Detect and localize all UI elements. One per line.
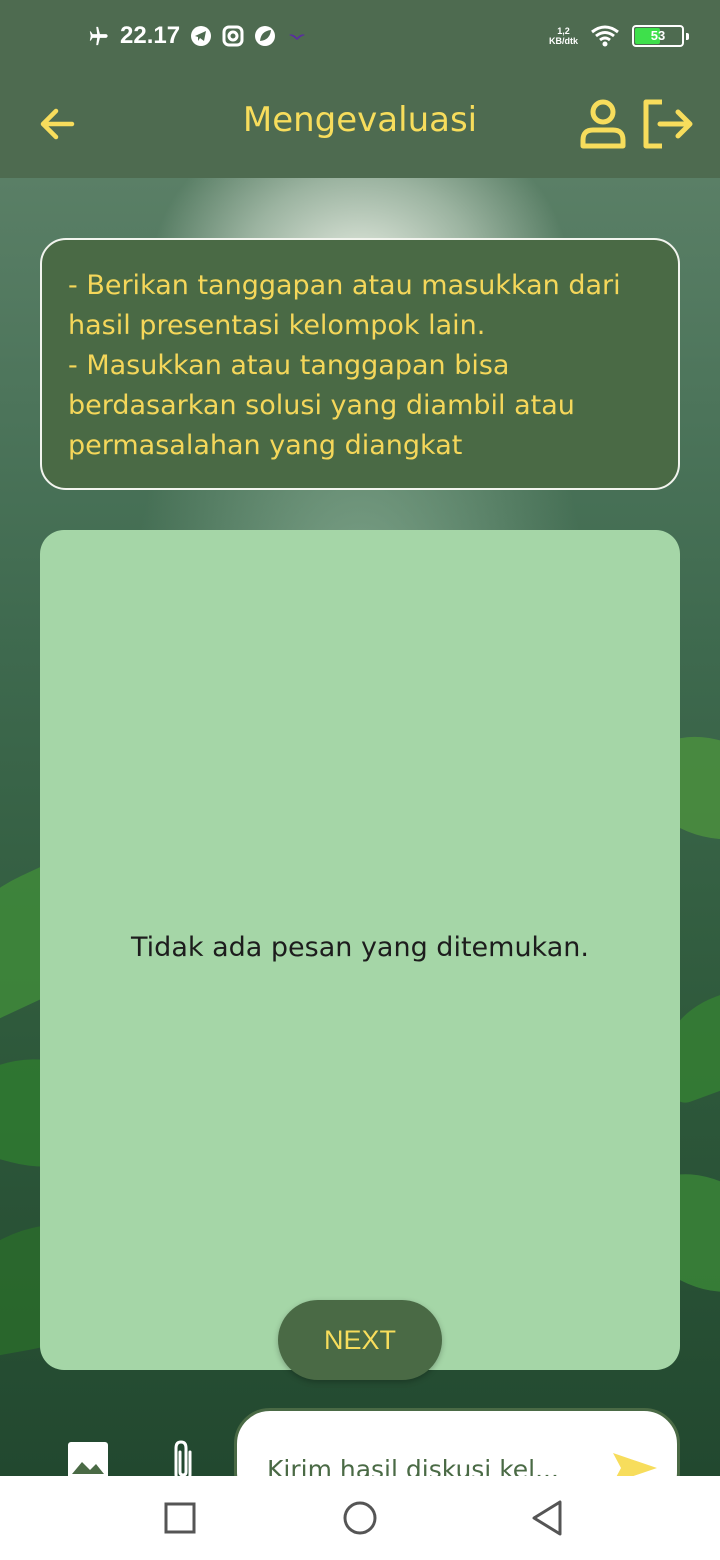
battery-level: 53 [650,28,666,43]
image-icon[interactable] [68,1442,108,1476]
speed-value: 1,2 [557,26,570,36]
message-input[interactable] [267,1449,597,1476]
network-speed: 1,2 KB/dtk [549,26,578,46]
message-composer [0,1408,720,1476]
attachment-icon[interactable] [168,1438,198,1476]
telegram-icon [191,26,212,46]
app-bar: Mengevaluasi [0,80,720,178]
status-time: 22.17 [120,22,181,49]
home-icon[interactable] [340,1498,380,1538]
leaf-app-icon [255,26,276,46]
instagram-icon [222,25,244,47]
airplane-icon [89,26,108,46]
recent-apps-icon[interactable] [160,1498,200,1538]
message-list[interactable]: Tidak ada pesan yang ditemukan. [40,530,680,1370]
status-right: 1,2 KB/dtk 53 [549,24,689,48]
instructions-panel: - Berikan tanggapan atau masukkan dari h… [40,238,680,490]
wifi-icon [591,25,619,47]
system-nav-bar [0,1476,720,1560]
send-icon[interactable] [611,1451,659,1476]
back-icon[interactable] [528,1498,568,1538]
status-left: 22.17 [88,22,308,50]
status-bar: 22.17 1,2 KB/dtk 53 [0,0,720,80]
logout-icon[interactable] [640,98,696,150]
empty-message-text: Tidak ada pesan yang ditemukan. [131,932,589,963]
speed-unit: KB/dtk [549,36,578,46]
profile-icon[interactable] [578,98,628,150]
instruction-line: - Masukkan atau tanggapan bisa berdasark… [68,350,575,461]
bat-icon [289,34,306,40]
message-input-box [234,1408,680,1476]
battery-icon: 53 [632,25,689,47]
instruction-line: - Berikan tanggapan atau masukkan dari h… [68,270,621,341]
next-button[interactable]: NEXT [278,1300,442,1380]
